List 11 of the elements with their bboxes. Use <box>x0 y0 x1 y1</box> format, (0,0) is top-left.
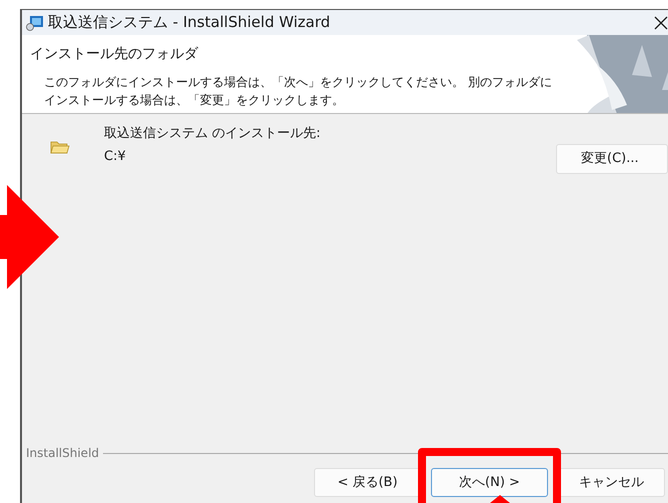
header-description-line: このフォルダにインストールする場合は、「次へ」をクリックしてください。 別のフォルダに <box>44 74 552 91</box>
wizard-button[interactable]: < 戻る(B) <box>314 468 421 497</box>
wizard-button[interactable]: キャンセル <box>558 468 665 497</box>
window-title: 取込送信システム - InstallShield Wizard <box>48 12 330 34</box>
header-description-line: インストールする場合は、「変更」をクリックします。 <box>44 92 344 109</box>
header-title: インストール先のフォルダ <box>30 45 200 64</box>
destination-label: 取込送信システム のインストール先: <box>104 125 321 143</box>
change-button[interactable]: 変更(C)... <box>556 144 668 174</box>
wizard-button[interactable]: 次へ(N) > <box>431 468 548 497</box>
destination-path: C:¥ <box>104 148 127 166</box>
brand-label: InstallShield <box>26 445 100 462</box>
